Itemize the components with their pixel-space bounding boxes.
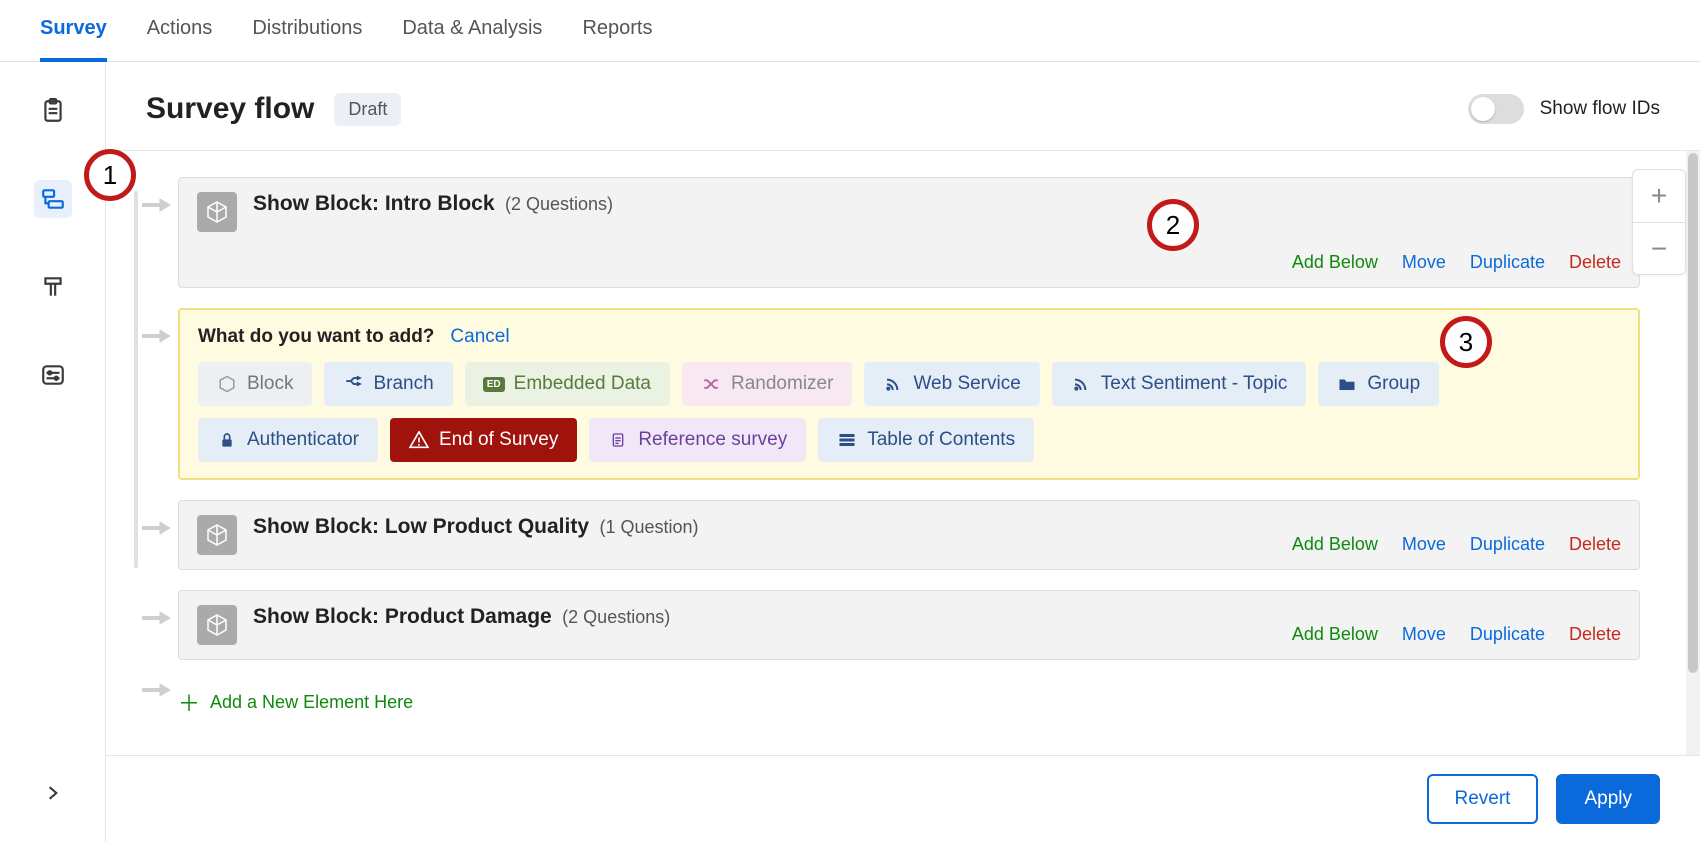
rail-look-feel-icon[interactable] (34, 268, 72, 306)
add-element-panel: What do you want to add? Cancel Block Br… (178, 308, 1640, 480)
move-link[interactable]: Move (1402, 624, 1446, 645)
option-text-sentiment-topic[interactable]: Text Sentiment - Topic (1052, 362, 1307, 406)
status-badge: Draft (334, 93, 401, 126)
option-group[interactable]: Group (1318, 362, 1439, 406)
cancel-link[interactable]: Cancel (450, 326, 509, 348)
tab-survey[interactable]: Survey (40, 0, 107, 62)
add-prompt: What do you want to add? (198, 326, 434, 348)
block-title: Show Block: Product Damage (253, 605, 552, 628)
apply-button[interactable]: Apply (1556, 774, 1660, 824)
option-block[interactable]: Block (198, 362, 312, 406)
add-below-link[interactable]: Add Below (1292, 624, 1378, 645)
block-title: Show Block: Low Product Quality (253, 515, 589, 538)
shuffle-icon (701, 374, 721, 394)
option-end-of-survey[interactable]: End of Survey (390, 418, 577, 462)
flow-connector-icon (142, 328, 172, 344)
duplicate-link[interactable]: Duplicate (1470, 252, 1545, 273)
top-tabs: Survey Actions Distributions Data & Anal… (0, 0, 1700, 62)
tab-actions[interactable]: Actions (147, 0, 213, 62)
cube-icon (197, 515, 237, 555)
annotation-marker: 2 (1147, 199, 1199, 251)
option-table-of-contents[interactable]: Table of Contents (818, 418, 1034, 462)
flow-connector-icon (142, 610, 172, 626)
warn-icon (409, 430, 429, 450)
branch-icon (343, 374, 363, 394)
zoom-in-button[interactable]: + (1633, 170, 1685, 222)
tab-data-analysis[interactable]: Data & Analysis (402, 0, 542, 62)
annotation-marker: 1 (84, 149, 136, 201)
rss-icon (1071, 374, 1091, 394)
rail-expand-icon[interactable] (34, 774, 72, 812)
flow-block-product-damage: Show Block: Product Damage (2 Questions)… (178, 590, 1640, 660)
duplicate-link[interactable]: Duplicate (1470, 624, 1545, 645)
delete-link[interactable]: Delete (1569, 624, 1621, 645)
block-card[interactable]: Show Block: Low Product Quality (1 Quest… (178, 500, 1640, 570)
list-icon (837, 430, 857, 450)
flow-connector-icon (142, 197, 172, 213)
add-element-panel-row: What do you want to add? Cancel Block Br… (178, 308, 1640, 480)
flow-block-low-product-quality: Show Block: Low Product Quality (1 Quest… (178, 500, 1640, 570)
page-header: Survey flow Draft Show flow IDs (106, 62, 1700, 150)
option-web-service[interactable]: Web Service (864, 362, 1039, 406)
move-link[interactable]: Move (1402, 534, 1446, 555)
option-branch[interactable]: Branch (324, 362, 452, 406)
delete-link[interactable]: Delete (1569, 252, 1621, 273)
option-randomizer[interactable]: Randomizer (682, 362, 852, 406)
block-card[interactable]: Show Block: Product Damage (2 Questions)… (178, 590, 1640, 660)
duplicate-link[interactable]: Duplicate (1470, 534, 1545, 555)
rail-survey-builder-icon[interactable] (34, 92, 72, 130)
rail-options-icon[interactable] (34, 356, 72, 394)
footer: Revert Apply (106, 755, 1700, 842)
add-new-element-link[interactable]: ＋ Add a New Element Here (178, 680, 1640, 718)
option-reference-survey[interactable]: Reference survey (589, 418, 806, 462)
lock-icon (217, 430, 237, 450)
annotation-marker: 3 (1440, 316, 1492, 368)
flow-connector-icon (142, 682, 172, 698)
embedded-data-icon: ED (484, 374, 504, 394)
cube-icon (197, 192, 237, 232)
main: Survey flow Draft Show flow IDs S (106, 62, 1700, 842)
show-flow-ids-label: Show flow IDs (1540, 98, 1660, 120)
zoom-controls: + − (1632, 169, 1686, 275)
block-title: Show Block: Intro Block (253, 192, 495, 215)
option-authenticator[interactable]: Authenticator (198, 418, 378, 462)
folder-icon (1337, 374, 1357, 394)
block-question-count: (1 Question) (599, 517, 698, 537)
rail-survey-flow-icon[interactable] (34, 180, 72, 218)
flow-canvas-wrap: Show Block: Intro Block (2 Questions) Ad… (106, 150, 1700, 755)
tab-distributions[interactable]: Distributions (252, 0, 362, 62)
cube-icon (217, 374, 237, 394)
page-title: Survey flow (146, 92, 314, 126)
option-embedded-data[interactable]: EDEmbedded Data (465, 362, 670, 406)
flow-block-intro: Show Block: Intro Block (2 Questions) Ad… (178, 177, 1640, 288)
move-link[interactable]: Move (1402, 252, 1446, 273)
clipboard-icon (608, 430, 628, 450)
block-question-count: (2 Questions) (505, 194, 613, 214)
block-question-count: (2 Questions) (562, 607, 670, 627)
tab-reports[interactable]: Reports (582, 0, 652, 62)
rss-icon (883, 374, 903, 394)
add-below-link[interactable]: Add Below (1292, 252, 1378, 273)
revert-button[interactable]: Revert (1427, 774, 1539, 824)
show-flow-ids-toggle-wrap: Show flow IDs (1468, 94, 1660, 124)
flow-canvas: Show Block: Intro Block (2 Questions) Ad… (106, 151, 1700, 738)
add-options: Block Branch EDEmbedded Data Randomizer … (198, 362, 1620, 462)
cube-icon (197, 605, 237, 645)
delete-link[interactable]: Delete (1569, 534, 1621, 555)
block-card[interactable]: Show Block: Intro Block (2 Questions) Ad… (178, 177, 1640, 288)
add-below-link[interactable]: Add Below (1292, 534, 1378, 555)
flow-spine (134, 191, 138, 568)
show-flow-ids-toggle[interactable] (1468, 94, 1524, 124)
plus-icon: ＋ (178, 686, 200, 718)
add-new-element-label: Add a New Element Here (210, 692, 413, 713)
flow-connector-icon (142, 520, 172, 536)
zoom-out-button[interactable]: − (1633, 222, 1685, 274)
